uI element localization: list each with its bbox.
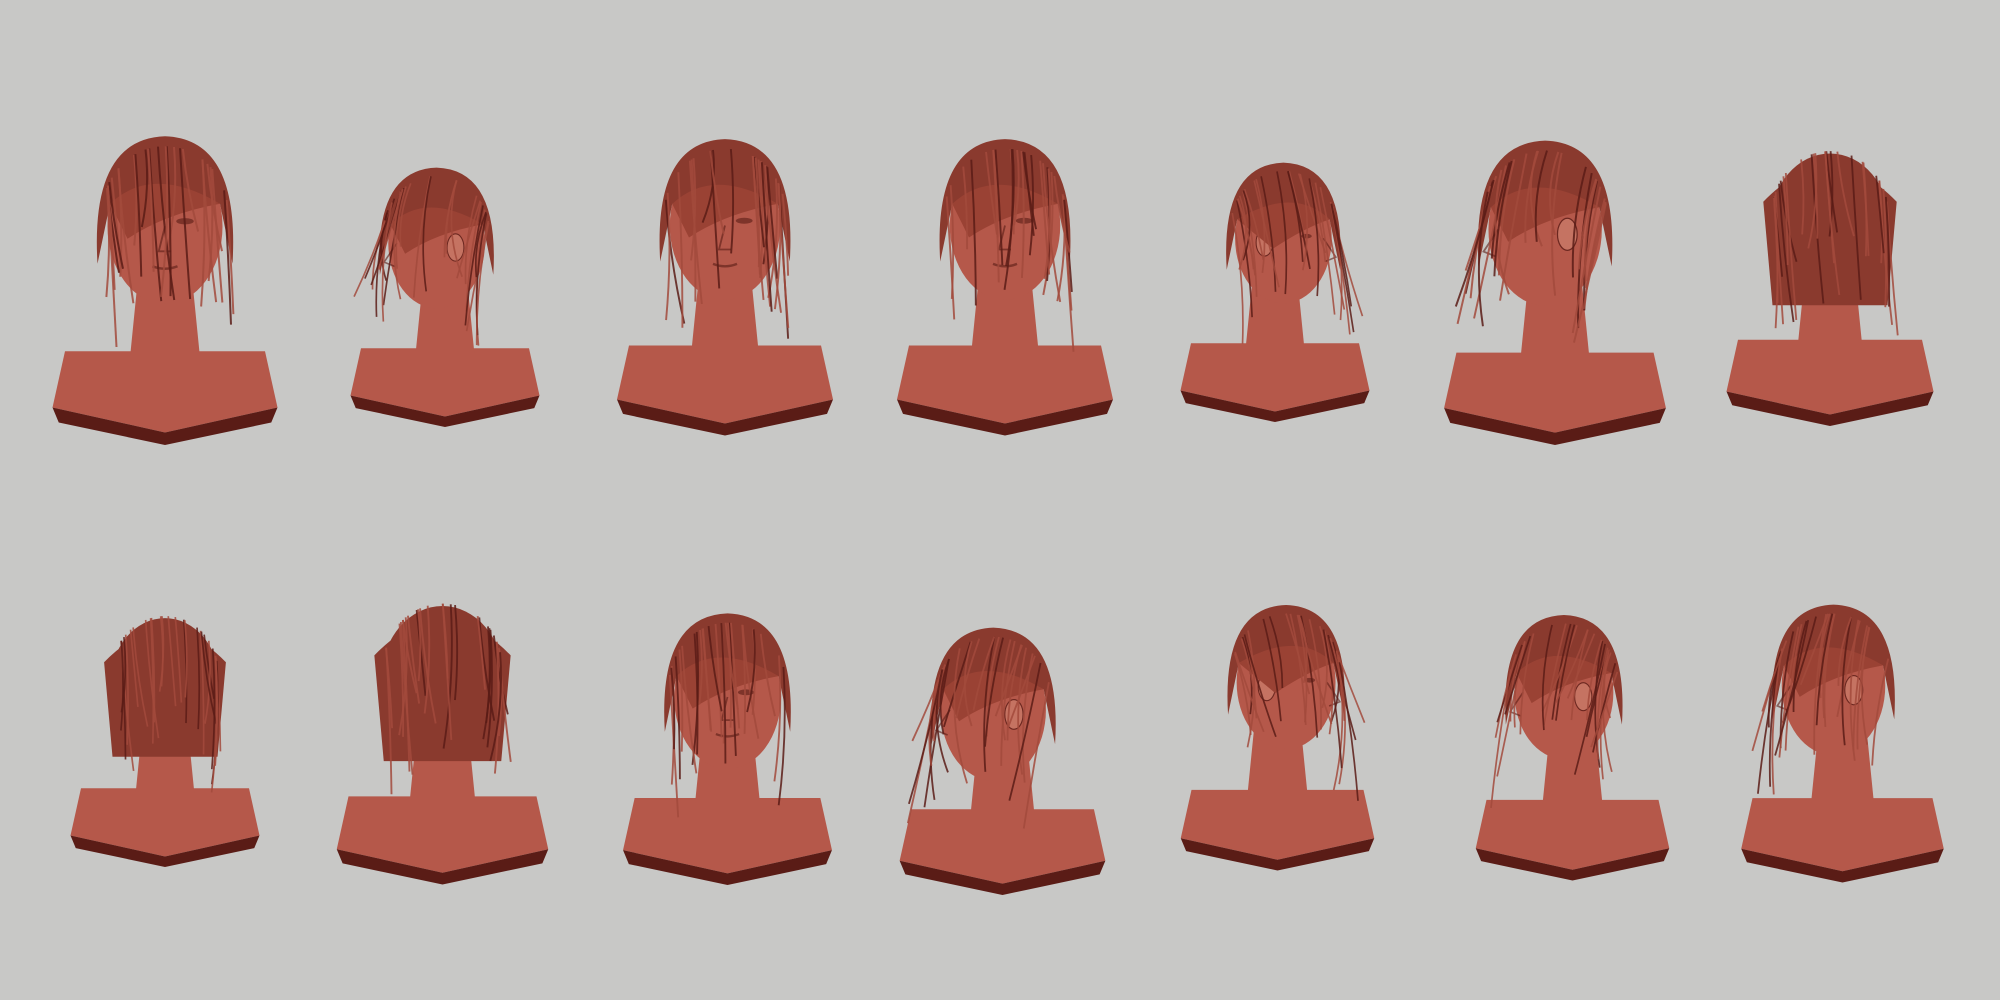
bust-eye-right bbox=[735, 217, 753, 224]
bust-left-profile-2 bbox=[1730, 555, 1955, 895]
bust-left-down-1 bbox=[875, 575, 1130, 895]
bust-front-down-1 bbox=[610, 560, 845, 885]
bust-right-profile-2 bbox=[1170, 555, 1385, 885]
bust-left-back-quarter-1 bbox=[340, 130, 550, 430]
bust-left-three-quarter-1 bbox=[1430, 100, 1680, 445]
bust-back-1 bbox=[325, 550, 560, 890]
bust-turnaround-canvas bbox=[0, 0, 2000, 1000]
bust-back-right-2 bbox=[60, 550, 270, 890]
bust-front-3 bbox=[885, 90, 1125, 445]
bust-front-2 bbox=[605, 90, 845, 445]
bust-back-right-1 bbox=[1715, 100, 1945, 430]
bust-left-profile-1 bbox=[1465, 555, 1680, 905]
bust-right-profile-1 bbox=[1170, 110, 1380, 440]
bust-front-1 bbox=[40, 85, 290, 455]
